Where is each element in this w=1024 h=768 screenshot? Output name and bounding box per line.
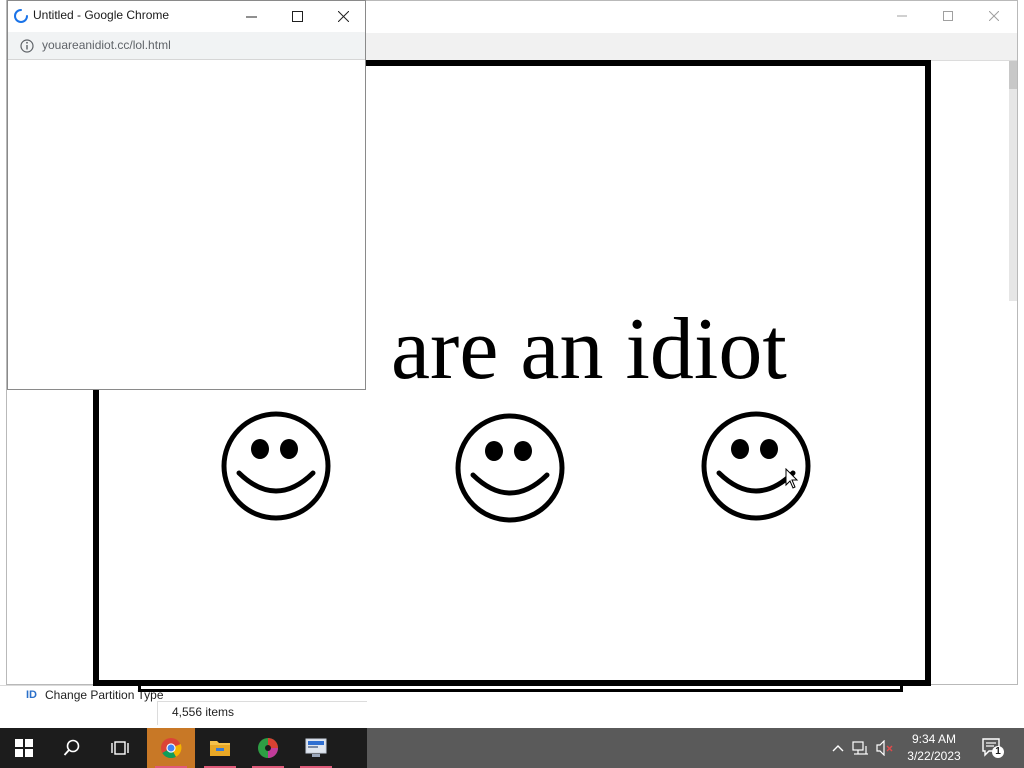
network-icon <box>852 741 868 755</box>
search-button[interactable] <box>48 728 96 768</box>
task-view-button[interactable] <box>96 728 144 768</box>
background-scrollbar-thumb[interactable] <box>1009 61 1017 89</box>
background-close-button[interactable] <box>971 1 1017 31</box>
explorer-status-bar: 4,556 items <box>157 701 367 725</box>
close-icon <box>337 10 349 22</box>
popup-titlebar[interactable]: Untitled - Google Chrome <box>8 1 365 32</box>
popup-chrome-window: Untitled - Google Chrome youareanidiot.c… <box>7 0 366 390</box>
network-tray-button[interactable] <box>851 738 871 758</box>
smiley-face-icon <box>699 409 813 523</box>
system-clock[interactable]: 9:34 AM 3/22/2023 <box>894 731 974 765</box>
show-hidden-icons-button[interactable] <box>828 738 848 758</box>
background-minimize-button[interactable] <box>879 1 925 31</box>
mouse-cursor-icon <box>785 468 799 489</box>
taskbar-app-4-button[interactable] <box>292 728 340 768</box>
popup-close-button[interactable] <box>320 1 366 31</box>
monitor-app-icon <box>305 738 327 757</box>
smiley-face-icon <box>219 409 333 523</box>
taskbar-explorer-button[interactable] <box>196 728 244 768</box>
pie-chart-app-icon <box>258 738 278 758</box>
maximize-icon <box>943 11 953 21</box>
taskbar-app-3-button[interactable] <box>244 728 292 768</box>
page-headline: are an idiot <box>391 301 787 398</box>
maximize-icon <box>291 10 303 22</box>
volume-muted-icon <box>876 740 893 756</box>
explorer-item-count: 4,556 items <box>172 705 235 719</box>
chevron-up-icon <box>832 745 844 752</box>
loading-spinner-icon <box>14 9 28 23</box>
folder-icon <box>210 741 230 756</box>
smiley-face-icon <box>453 411 567 525</box>
clock-date: 3/22/2023 <box>907 749 961 763</box>
minimize-icon <box>245 16 257 17</box>
taskbar: 9:34 AM 3/22/2023 1 <box>0 728 1024 768</box>
start-button[interactable] <box>0 728 48 768</box>
volume-tray-button[interactable] <box>875 738 895 758</box>
taskbar-chrome-button[interactable] <box>147 728 195 768</box>
chrome-icon <box>161 738 182 759</box>
minimize-icon <box>897 15 907 17</box>
background-scrollbar[interactable] <box>1009 61 1017 301</box>
popup-window-title: Untitled - Google Chrome <box>33 8 170 22</box>
background-maximize-button[interactable] <box>925 1 971 31</box>
popup-address-bar[interactable]: youareanidiot.cc/lol.html <box>8 32 365 60</box>
info-icon[interactable] <box>20 39 34 53</box>
action-center-button[interactable]: 1 <box>980 736 1006 760</box>
search-icon <box>63 739 80 756</box>
task-view-icon <box>111 741 129 755</box>
popup-minimize-button[interactable] <box>228 1 274 31</box>
clock-time: 9:34 AM <box>911 732 957 746</box>
windows-logo-icon <box>15 739 33 757</box>
partition-icon: ID <box>26 689 37 701</box>
popup-maximize-button[interactable] <box>274 1 320 31</box>
notification-count: 1 <box>995 746 1001 757</box>
close-icon <box>989 11 999 21</box>
popup-url: youareanidiot.cc/lol.html <box>42 38 171 52</box>
